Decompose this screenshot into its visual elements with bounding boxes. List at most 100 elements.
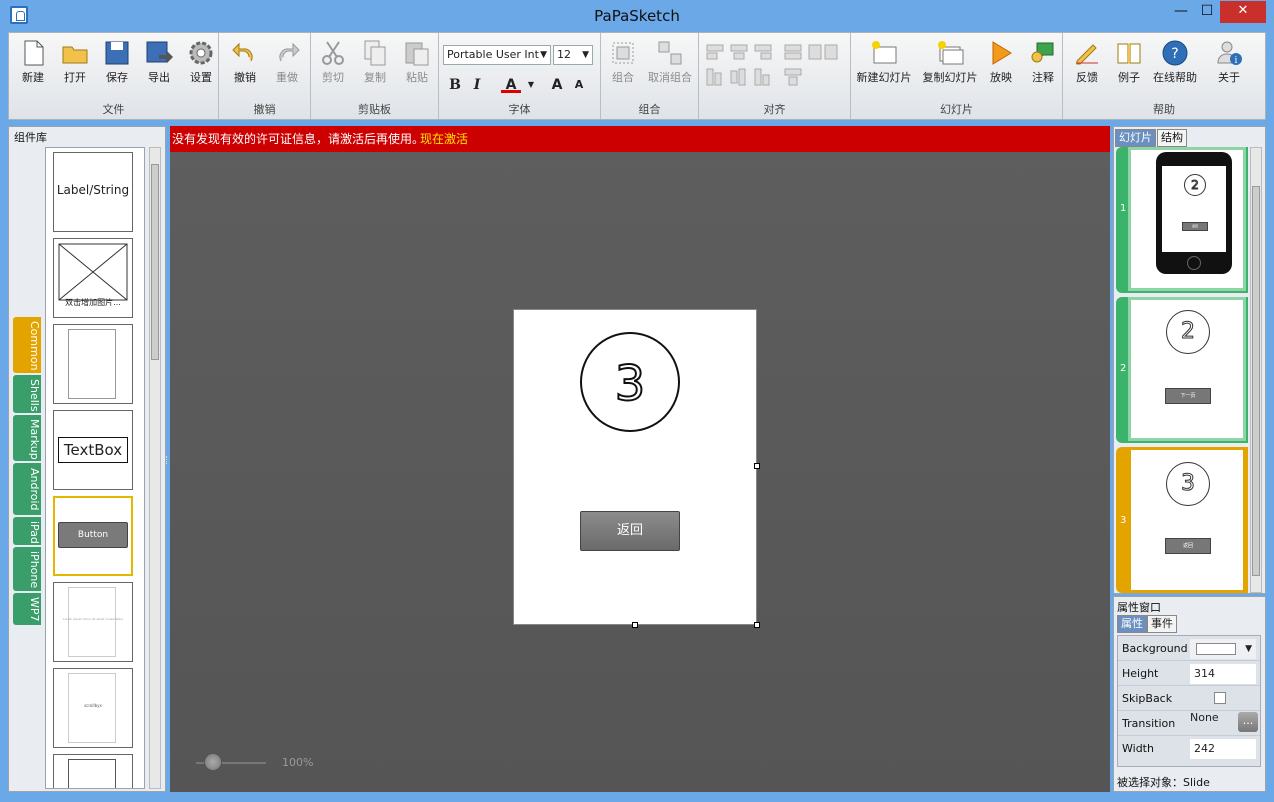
license-warning-bar: 没有发现有效的许可证信息，请激活后再使用。 现在激活	[170, 126, 1110, 152]
slide-thumbnails: 1 2 返回 2 2 下一页 3 3 返回	[1116, 147, 1250, 593]
tab-shells[interactable]: Shells	[13, 375, 41, 413]
property-height: Height 314	[1118, 661, 1260, 686]
cut-button[interactable]: 剪切	[313, 37, 353, 93]
slide-preview: 3 返回	[1128, 447, 1246, 593]
license-warning-text: 没有发现有效的许可证信息，请激活后再使用。	[172, 132, 425, 146]
paste-button[interactable]: 粘贴	[397, 37, 437, 93]
group-button[interactable]: 组合	[603, 37, 643, 93]
online-help-button[interactable]: ? 在线帮助	[1143, 37, 1207, 93]
height-input[interactable]: 314	[1190, 664, 1256, 684]
copy-button[interactable]: 复制	[355, 37, 395, 93]
back-button[interactable]: 返回	[580, 511, 680, 551]
slides-panel: 幻灯片 结构 1 2 返回 2 2 下一页 3 3 返回	[1113, 126, 1266, 594]
font-family-select[interactable]: Portable User Int ▼	[443, 45, 551, 65]
align-group: 对齐	[699, 33, 851, 119]
ungroup-icon	[658, 41, 682, 65]
tab-iphone[interactable]: iPhone	[13, 547, 41, 591]
panel-title: 组件库	[14, 131, 47, 144]
component-paragraph[interactable]: Lorem ipsum dolor sit amet consectetur	[53, 582, 133, 662]
align-icons[interactable]	[705, 41, 845, 89]
property-skipback: SkipBack	[1118, 686, 1260, 711]
slide-thumbnail-2[interactable]: 2 2 下一页	[1116, 297, 1248, 443]
tab-ipad[interactable]: iPad	[13, 517, 41, 545]
grow-font-button[interactable]: A	[547, 75, 567, 95]
minimize-button[interactable]: —	[1168, 1, 1194, 23]
svg-text:i: i	[1235, 56, 1238, 66]
slides-scrollbar[interactable]	[1250, 147, 1262, 593]
redo-button[interactable]: 重做	[267, 37, 307, 93]
scissors-icon	[322, 41, 344, 65]
resize-handle-corner[interactable]	[754, 622, 760, 628]
property-transition: Transition None ...	[1118, 711, 1260, 736]
tab-markup[interactable]: Markup	[13, 415, 41, 461]
new-button[interactable]: 新建	[13, 37, 53, 93]
design-canvas[interactable]: 没有发现有效的许可证信息，请激活后再使用。 现在激活 3 返回 100%	[166, 126, 1110, 792]
left-splitter[interactable]	[166, 456, 169, 464]
component-scrollbar[interactable]	[149, 147, 161, 789]
gear-icon	[189, 41, 213, 65]
font-color-button[interactable]: A	[501, 75, 521, 93]
component-label[interactable]: Label/String	[53, 152, 133, 232]
transition-more-button[interactable]: ...	[1238, 712, 1258, 732]
floppy-icon	[105, 41, 129, 65]
tab-wp7[interactable]: WP7	[13, 593, 41, 625]
tab-properties[interactable]: 属性	[1117, 615, 1147, 633]
activate-link[interactable]: 现在激活	[420, 126, 468, 152]
background-color-picker[interactable]: ▼	[1190, 639, 1256, 659]
annotate-button[interactable]: 注释	[1023, 37, 1063, 93]
copy-slide-button[interactable]: 复制幻灯片	[919, 37, 981, 93]
scrollbar-thumb[interactable]	[1252, 186, 1260, 576]
zoom-slider-knob[interactable]	[204, 753, 222, 771]
about-button[interactable]: i 关于	[1209, 37, 1249, 93]
undo-button[interactable]: 撤销	[225, 37, 265, 93]
frame-shape	[68, 759, 116, 788]
color-swatch	[1196, 643, 1236, 655]
open-button[interactable]: 打开	[55, 37, 95, 93]
ungroup-button[interactable]: 取消组合	[639, 37, 701, 93]
tab-slides[interactable]: 幻灯片	[1115, 129, 1156, 147]
font-group: Portable User Int ▼ 12 ▼ B I A ▼ A A 字体	[439, 33, 601, 119]
undo-group-label: 撤销	[253, 103, 276, 116]
component-button[interactable]: Button	[53, 496, 133, 576]
chevron-down-icon[interactable]: ▼	[521, 75, 541, 95]
slide-thumbnail-1[interactable]: 1 2 返回	[1116, 147, 1248, 293]
export-button[interactable]: 导出	[139, 37, 179, 93]
italic-button[interactable]: I	[467, 75, 487, 95]
component-scrollbox[interactable]: scrollbyx	[53, 668, 133, 748]
component-image[interactable]: 双击增加图片...	[53, 238, 133, 318]
settings-button[interactable]: 设置	[181, 37, 221, 93]
font-size-select[interactable]: 12 ▼	[553, 45, 593, 65]
skipback-checkbox[interactable]	[1214, 692, 1226, 704]
tab-structure[interactable]: 结构	[1157, 129, 1187, 147]
slide-thumbnail-3[interactable]: 3 3 返回	[1116, 447, 1248, 593]
component-rectangle[interactable]	[53, 324, 133, 404]
play-button[interactable]: 放映	[981, 37, 1021, 93]
copy-icon	[364, 40, 386, 66]
paragraph-frame	[68, 587, 116, 657]
maximize-button[interactable]: ☐	[1194, 1, 1220, 23]
component-frame[interactable]	[53, 754, 133, 788]
slides-group: 新建幻灯片 复制幻灯片 放映 注释 幻灯片	[851, 33, 1063, 119]
export-icon	[146, 41, 173, 63]
book-icon	[1117, 43, 1141, 64]
align-group-label: 对齐	[763, 103, 786, 116]
scrollbar-thumb[interactable]	[151, 164, 159, 360]
tab-common[interactable]: Common	[13, 317, 41, 373]
tab-events[interactable]: 事件	[1147, 615, 1177, 633]
transition-value[interactable]: None	[1190, 711, 1219, 724]
sketch-circle[interactable]: 3	[580, 332, 680, 432]
save-button[interactable]: 保存	[97, 37, 137, 93]
new-slide-button[interactable]: 新建幻灯片	[853, 37, 915, 93]
component-textbox[interactable]: TextBox	[53, 410, 133, 490]
shrink-font-button[interactable]: A	[569, 75, 589, 95]
tab-android[interactable]: Android	[13, 463, 41, 515]
width-input[interactable]: 242	[1190, 739, 1256, 759]
rectangle-shape	[68, 329, 116, 399]
resize-handle-right[interactable]	[754, 463, 760, 469]
bold-button[interactable]: B	[445, 75, 465, 95]
image-placeholder-icon	[58, 243, 128, 301]
resize-handle-bottom[interactable]	[632, 622, 638, 628]
feedback-button[interactable]: 反馈	[1067, 37, 1107, 93]
close-button[interactable]: ✕	[1220, 1, 1266, 23]
current-slide[interactable]: 3 返回	[513, 309, 757, 625]
